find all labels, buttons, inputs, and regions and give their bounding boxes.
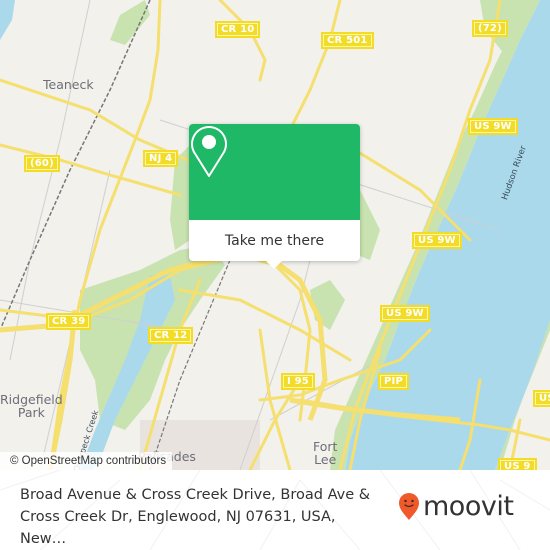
moovit-smiley-pin-icon: [399, 493, 419, 520]
road-shield-cr-39: CR 39: [46, 313, 92, 330]
road-shield-60: (60): [24, 155, 60, 172]
road-shield-i-95: I 95: [281, 373, 315, 390]
take-me-there-button[interactable]: Take me there: [189, 220, 360, 261]
location-popup: Take me there: [189, 124, 360, 269]
road-shield-us-9: US 9: [498, 458, 537, 470]
road-shield-cr-501: CR 501: [321, 32, 374, 49]
address-line-2: Cross Creek Dr, Englewood, NJ 07631, USA…: [20, 509, 336, 547]
place-label-teaneck: Teaneck: [43, 77, 94, 92]
road-shield-us-9w-2: US 9W: [412, 232, 462, 249]
road-shield-us-9w-3: US 9W: [380, 305, 430, 322]
map-canvas[interactable]: Teaneck Ridgefield Park Fort Lee Palisad…: [0, 0, 550, 470]
water-nw: [0, 0, 15, 40]
park-teaneck: [110, 0, 150, 45]
road-shield-us-9w-1: US 9W: [468, 118, 518, 135]
popup-header: [189, 124, 360, 220]
road-shield-us-partial: US: [533, 390, 550, 407]
address-line-1: Broad Avenue & Cross Creek Drive, Broad …: [20, 487, 371, 503]
road-shield-cr-12: CR 12: [148, 327, 194, 344]
place-label-fort-lee: Fort Lee: [313, 439, 338, 467]
place-label-ridgefield-park: Ridgefield Park: [0, 392, 63, 420]
map-pin-icon: [191, 126, 227, 177]
moovit-wordmark: moovit: [423, 491, 514, 522]
road-shield-cr-10: CR 10: [215, 21, 261, 38]
road-shield-nj-4: NJ 4: [143, 150, 179, 167]
footer: Broad Avenue & Cross Creek Drive, Broad …: [0, 470, 550, 550]
road-shield-pip: PIP: [378, 373, 409, 390]
popup-pointer: [266, 261, 282, 269]
road-shield-72: (72): [472, 20, 508, 37]
address-text: Broad Avenue & Cross Creek Drive, Broad …: [20, 484, 380, 550]
map-attribution[interactable]: © OpenStreetMap contributors: [0, 452, 173, 470]
moovit-logo[interactable]: moovit: [398, 491, 514, 522]
